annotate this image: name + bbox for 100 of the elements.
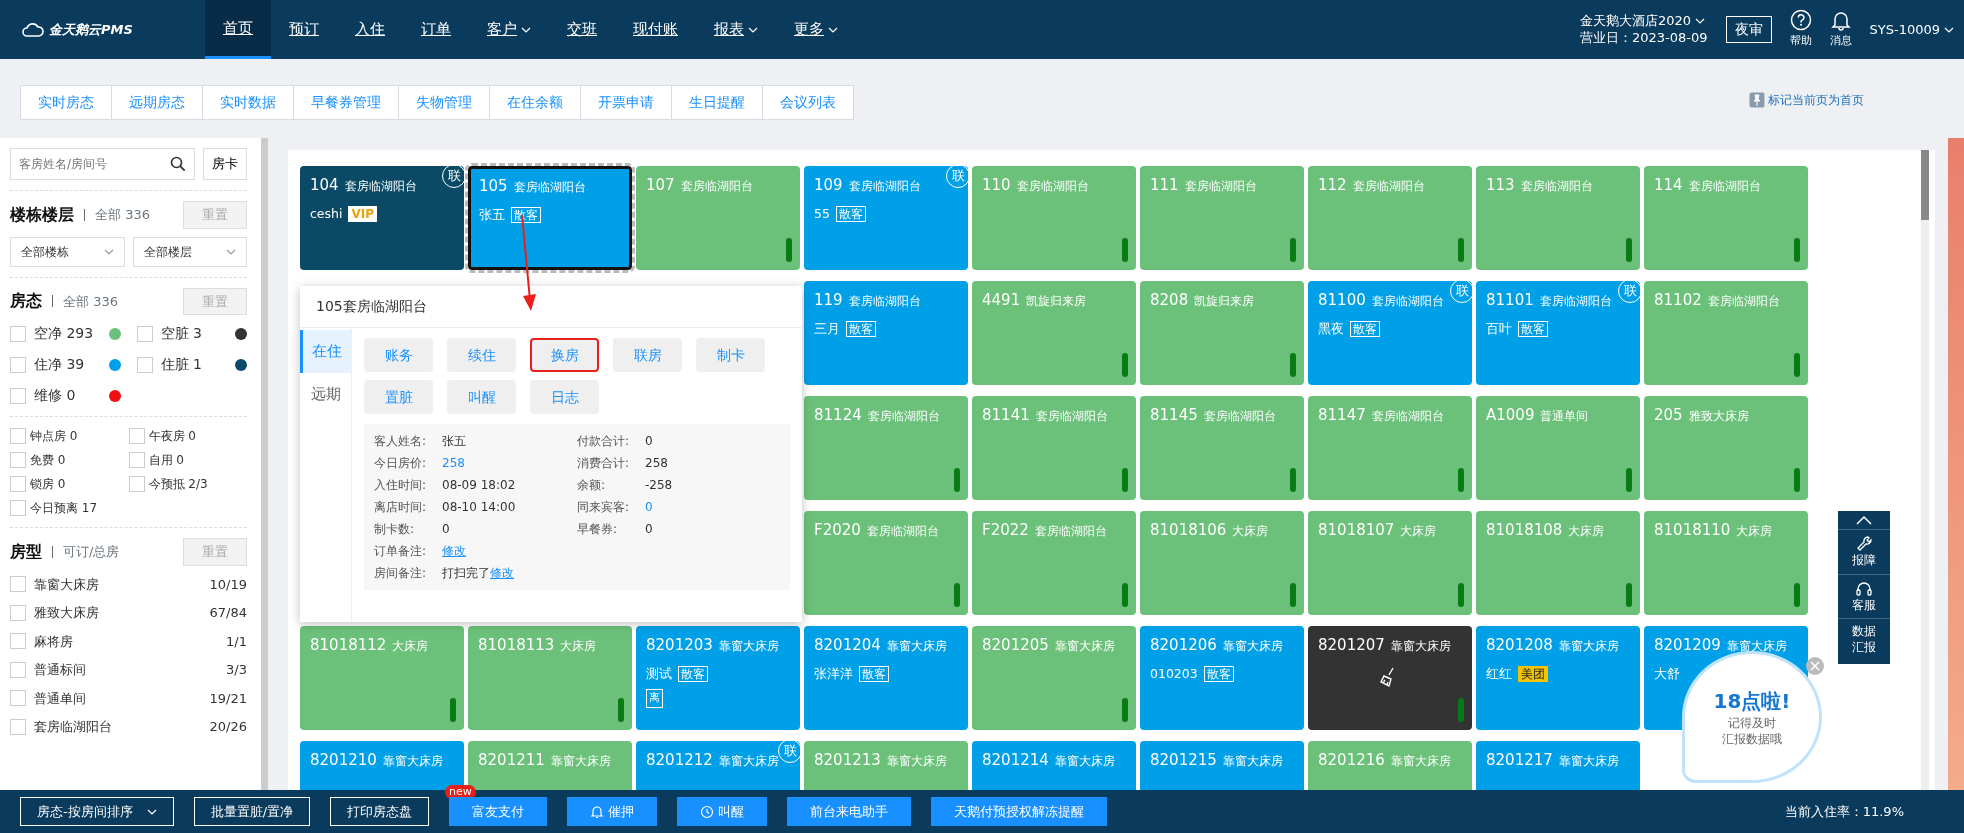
room-tile[interactable]: 8201204 靠窗大床房 张洋洋 散客 bbox=[804, 626, 968, 730]
popup-tab[interactable]: 远期 bbox=[300, 372, 351, 415]
checkbox[interactable] bbox=[10, 387, 26, 404]
room-tile[interactable]: 81018107 大床房 bbox=[1308, 511, 1472, 615]
reset-button[interactable]: 重置 bbox=[183, 538, 247, 566]
search-icon[interactable] bbox=[170, 156, 186, 172]
room-tile[interactable]: 81145 套房临湖阳台 bbox=[1140, 396, 1304, 500]
edit-link[interactable]: 修改 bbox=[442, 544, 466, 558]
scrollbar-thumb[interactable] bbox=[1921, 150, 1929, 220]
room-tile[interactable]: A1009 普通单间 bbox=[1476, 396, 1640, 500]
room-tile[interactable]: F2022 套房临湖阳台 bbox=[972, 511, 1136, 615]
action-button[interactable]: 制卡 bbox=[696, 338, 765, 372]
checkbox[interactable] bbox=[136, 325, 153, 342]
action-button[interactable]: 账务 bbox=[364, 338, 433, 372]
reset-button[interactable]: 重置 bbox=[183, 287, 247, 315]
checkbox[interactable] bbox=[10, 452, 26, 468]
room-tile[interactable]: 8201208 靠窗大床房 红红 美团 bbox=[1476, 626, 1640, 730]
checkbox[interactable] bbox=[10, 576, 26, 593]
toolbar-button[interactable]: 批量置脏/置净 bbox=[193, 796, 311, 827]
room-tile[interactable]: 81141 套房临湖阳台 bbox=[972, 396, 1136, 500]
nav-menu-item[interactable]: 首页 bbox=[205, 0, 271, 59]
checkbox[interactable] bbox=[10, 690, 26, 707]
room-tile[interactable]: 8201210 靠窗大床房 bbox=[300, 741, 464, 790]
user-name[interactable]: SYS-10009 bbox=[1869, 19, 1940, 40]
toolbar-button[interactable]: 叫醒 bbox=[677, 796, 768, 827]
room-tile[interactable]: 8201211 靠窗大床房 bbox=[468, 741, 632, 790]
room-tile[interactable]: 81124 套房临湖阳台 bbox=[804, 396, 968, 500]
search-field[interactable]: 客房姓名/房间号 bbox=[10, 148, 195, 180]
nav-menu-item[interactable]: 入住 bbox=[337, 0, 403, 59]
messages-label[interactable]: 消息 bbox=[1829, 33, 1852, 50]
checkbox[interactable] bbox=[128, 452, 145, 468]
room-tile[interactable]: 81018110 大床房 bbox=[1644, 511, 1808, 615]
room-tile[interactable]: 113 套房临湖阳台 bbox=[1476, 166, 1640, 270]
room-tile[interactable]: 105 套房临湖阳台 张五 散客 bbox=[468, 166, 632, 270]
room-tile[interactable]: 81018108 大床房 bbox=[1476, 511, 1640, 615]
page-tab[interactable]: 生日提醒 bbox=[671, 85, 763, 120]
action-button[interactable]: 换房 bbox=[530, 338, 599, 372]
room-tile[interactable]: 81018112 大床房 bbox=[300, 626, 464, 730]
action-button[interactable]: 日志 bbox=[530, 380, 599, 414]
toolbar-button[interactable]: 前台来电助手 bbox=[787, 796, 912, 827]
info-value[interactable]: 0 bbox=[645, 500, 653, 514]
toolbar-button[interactable]: 打印房态盘 bbox=[330, 796, 430, 827]
room-tile[interactable]: 205 雅致大床房 bbox=[1644, 396, 1808, 500]
room-tile[interactable]: 81100 套房临湖阳台 黑夜 散客 联 bbox=[1308, 281, 1472, 385]
room-tile[interactable]: 109 套房临湖阳台 55 散客 联 bbox=[804, 166, 968, 270]
room-tile[interactable]: F2020 套房临湖阳台 bbox=[804, 511, 968, 615]
nav-menu-item[interactable]: 现付账 bbox=[615, 0, 696, 59]
room-tile[interactable]: 8201212 靠窗大床房 联 bbox=[636, 741, 800, 790]
chevron-up-icon[interactable] bbox=[1856, 515, 1872, 525]
checkbox[interactable] bbox=[128, 428, 145, 444]
toolbar-button[interactable]: 天鹅付预授权解冻提醒 bbox=[931, 796, 1108, 827]
room-tile[interactable]: 8201206 靠窗大床房 010203 散客 bbox=[1140, 626, 1304, 730]
checkbox[interactable] bbox=[10, 356, 26, 373]
nav-menu-item[interactable]: 客户 bbox=[469, 0, 549, 59]
room-tile[interactable]: 8201214 靠窗大床房 bbox=[972, 741, 1136, 790]
nav-menu-item[interactable]: 订单 bbox=[403, 0, 469, 59]
checkbox[interactable] bbox=[10, 661, 26, 678]
checkbox[interactable] bbox=[10, 718, 26, 735]
checkbox[interactable] bbox=[136, 356, 153, 373]
room-tile[interactable]: 81018106 大床房 bbox=[1140, 511, 1304, 615]
room-tile[interactable]: 8201213 靠窗大床房 bbox=[804, 741, 968, 790]
room-tile[interactable]: 110 套房临湖阳台 bbox=[972, 166, 1136, 270]
room-tile[interactable]: 107 套房临湖阳台 bbox=[636, 166, 800, 270]
action-button[interactable]: 叫醒 bbox=[447, 380, 516, 414]
checkbox[interactable] bbox=[10, 428, 26, 444]
info-value[interactable]: 258 bbox=[442, 456, 465, 470]
checkbox[interactable] bbox=[10, 476, 26, 492]
room-tile[interactable]: 111 套房临湖阳台 bbox=[1140, 166, 1304, 270]
set-home-link[interactable]: 标记当前页为首页 bbox=[1768, 91, 1864, 109]
room-tile[interactable]: 8201217 靠窗大床房 bbox=[1476, 741, 1640, 790]
popup-tab[interactable]: 在住 bbox=[300, 330, 351, 373]
sort-dropdown[interactable]: 房态-按房间排序 bbox=[20, 796, 174, 827]
close-icon[interactable] bbox=[1805, 656, 1825, 676]
bell-icon[interactable] bbox=[1829, 9, 1852, 32]
room-tile[interactable]: 81147 套房临湖阳台 bbox=[1308, 396, 1472, 500]
page-tab[interactable]: 远期房态 bbox=[111, 85, 203, 120]
nav-menu-item[interactable]: 报表 bbox=[696, 0, 776, 59]
room-tile[interactable]: 81102 套房临湖阳台 bbox=[1644, 281, 1808, 385]
room-tile[interactable]: 8201205 靠窗大床房 bbox=[972, 626, 1136, 730]
room-tile[interactable]: 8201203 靠窗大床房 测试 散客 离 bbox=[636, 626, 800, 730]
edit-link[interactable]: 修改 bbox=[490, 566, 514, 580]
room-card-button[interactable]: 房卡 bbox=[203, 148, 247, 180]
nav-menu-item[interactable]: 更多 bbox=[776, 0, 856, 59]
room-tile[interactable]: 104 套房临湖阳台 ceshi VIP 联 bbox=[300, 166, 464, 270]
toolbar-button[interactable]: 富友支付 bbox=[449, 796, 548, 827]
page-tab[interactable]: 失物管理 bbox=[398, 85, 490, 120]
hotel-name[interactable]: 金天鹅大酒店2020 bbox=[1579, 12, 1692, 30]
action-button[interactable]: 置脏 bbox=[364, 380, 433, 414]
nav-menu-item[interactable]: 预订 bbox=[271, 0, 337, 59]
toolbar-button[interactable]: 催押 bbox=[567, 796, 658, 827]
room-tile[interactable]: 112 套房临湖阳台 bbox=[1308, 166, 1472, 270]
room-tile[interactable]: 8201207 靠窗大床房 bbox=[1308, 626, 1472, 730]
room-tile[interactable]: 81018113 大床房 bbox=[468, 626, 632, 730]
room-tile[interactable]: 8208 凯旋归来房 bbox=[1140, 281, 1304, 385]
toolbar-item[interactable]: 客服 bbox=[1838, 573, 1890, 619]
checkbox[interactable] bbox=[10, 633, 26, 650]
room-tile[interactable]: 4491 凯旋归来房 bbox=[972, 281, 1136, 385]
page-tab[interactable]: 实时数据 bbox=[202, 85, 294, 120]
checkbox[interactable] bbox=[10, 604, 26, 621]
page-tab[interactable]: 会议列表 bbox=[762, 85, 854, 120]
